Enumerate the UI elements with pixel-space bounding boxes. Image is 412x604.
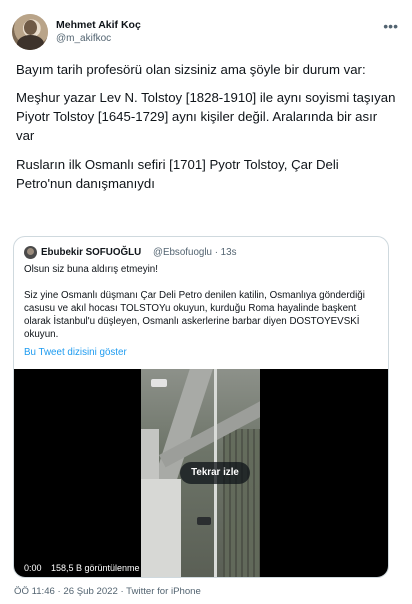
quoted-handle-time: @Ebsofuoglu · 13s <box>153 247 237 258</box>
quoted-avatar <box>24 246 37 259</box>
video-views: 158,5 B görüntülenme <box>51 563 140 573</box>
tweet-paragraph: Bayım tarih profesörü olan sizsiniz ama … <box>16 62 366 77</box>
quoted-tweet[interactable]: Ebubekir SOFUOĞLU @Ebsofuoglu · 13s Olsu… <box>13 236 389 578</box>
video-time: 0:00 <box>24 563 42 573</box>
quoted-text-line: Olsun siz buna aldırış etmeyin! <box>24 264 158 275</box>
tweet-text: Bayım tarih profesörü olan sizsiniz ama … <box>16 60 396 203</box>
quoted-header: Ebubekir SOFUOĞLU @Ebsofuoglu · 13s <box>24 246 378 260</box>
replay-button[interactable]: Tekrar izle <box>180 462 250 484</box>
more-horizontal-icon[interactable]: ••• <box>383 18 398 34</box>
show-thread-link[interactable]: Bu Tweet dizisini göster <box>24 347 127 358</box>
tweet-paragraph: Rusların ilk Osmanlı sefiri [1701] Pyotr… <box>16 157 339 191</box>
author-avatar[interactable] <box>12 14 48 50</box>
author-handle[interactable]: @m_akifkoc <box>56 33 111 44</box>
quoted-paragraph: Siz yine Osmanlı düşmanı Çar Deli Petro … <box>24 290 365 340</box>
quoted-author-name: Ebubekir SOFUOĞLU <box>41 247 142 258</box>
tweet-header: Mehmet Akif Koç @m_akifkoc ••• <box>12 14 400 54</box>
video-player[interactable]: Tekrar izle 0:00 158,5 B görüntülenme <box>14 369 388 577</box>
author-name[interactable]: Mehmet Akif Koç <box>56 19 141 31</box>
tweet-paragraph: Meşhur yazar Lev N. Tolstoy [1828-1910] … <box>16 90 396 143</box>
tweet-meta[interactable]: ÖÖ 11:46 · 26 Şub 2022 · Twitter for iPh… <box>14 586 201 597</box>
tweet: Mehmet Akif Koç @m_akifkoc ••• Bayım tar… <box>0 0 412 604</box>
